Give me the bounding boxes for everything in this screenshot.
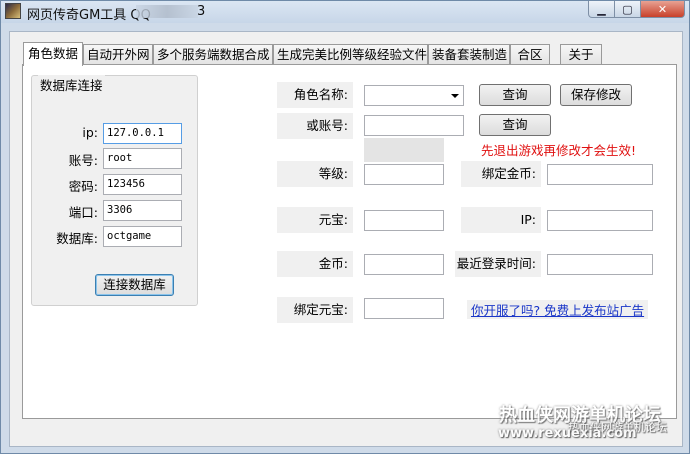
query-button-2[interactable]: 查询 — [479, 114, 551, 136]
tab-equipment-set[interactable]: 装备套装制造 — [428, 44, 510, 65]
role-name-select[interactable] — [364, 85, 464, 106]
yuanbao-label: 元宝: — [277, 207, 353, 233]
query-button[interactable]: 查询 — [479, 84, 551, 106]
db-account-field[interactable]: root — [103, 148, 182, 169]
db-database-field[interactable]: octgame — [103, 226, 182, 247]
title-bar[interactable]: 网页传奇GM工具 QQ 3 ▁ ▢ ✕ — [1, 1, 689, 23]
db-password-label: 密码: — [68, 179, 98, 194]
bound-gold-label: 绑定金币: — [461, 161, 541, 187]
close-button[interactable]: ✕ — [640, 1, 685, 18]
role-data-page: 数据库连接 ip: 127.0.0.1 账号: root 密码: 123456 … — [22, 64, 677, 419]
db-account-label: 账号: — [68, 153, 98, 168]
level-label: 等级: — [277, 161, 353, 187]
gold-label: 金币: — [277, 251, 353, 277]
bound-yuanbao-label: 绑定元宝: — [277, 297, 353, 323]
minimize-button[interactable]: ▁ — [588, 1, 615, 18]
app-window: 网页传奇GM工具 QQ 3 ▁ ▢ ✕ 角色数据 自动开外网 多个服务端数据合成… — [0, 0, 690, 454]
tab-role-data[interactable]: 角色数据 — [23, 42, 83, 66]
tab-level-exp-file[interactable]: 生成完美比例等级经验文件 — [273, 44, 428, 65]
db-group-title: 数据库连接 — [38, 75, 105, 94]
db-ip-label: ip: — [82, 125, 98, 140]
bound-gold-field[interactable] — [547, 164, 653, 185]
tab-auto-external[interactable]: 自动开外网 — [83, 44, 153, 65]
level-field[interactable] — [364, 164, 444, 185]
last-login-label: 最近登录时间: — [455, 251, 541, 277]
last-login-field[interactable] — [547, 254, 653, 275]
role-account-field[interactable] — [364, 115, 464, 136]
db-database-label: 数据库: — [56, 231, 98, 246]
bound-yuanbao-field[interactable] — [364, 298, 444, 319]
tab-about[interactable]: 关于 — [560, 44, 602, 65]
db-password-field[interactable]: 123456 — [103, 174, 182, 195]
tab-merge-servers[interactable]: 多个服务端数据合成 — [153, 44, 273, 65]
save-changes-button[interactable]: 保存修改 — [560, 84, 632, 106]
role-ip-label: IP: — [461, 207, 541, 233]
maximize-icon: ▢ — [622, 2, 633, 16]
ad-link[interactable]: 你开服了吗? 免费上发布站广告 — [467, 300, 649, 319]
role-account-label: 或账号: — [277, 113, 353, 139]
tab-merge-zone[interactable]: 合区 — [510, 44, 550, 65]
close-icon: ✕ — [657, 2, 668, 16]
db-connection-group: 数据库连接 ip: 127.0.0.1 账号: root 密码: 123456 … — [31, 75, 198, 306]
chevron-down-icon — [451, 94, 459, 98]
connect-db-button[interactable]: 连接数据库 — [95, 274, 174, 296]
app-icon — [5, 3, 21, 19]
db-port-label: 端口: — [68, 205, 98, 220]
db-ip-field[interactable]: 127.0.0.1 — [103, 123, 182, 144]
maximize-button[interactable]: ▢ — [614, 1, 641, 18]
role-name-label: 角色名称: — [277, 82, 353, 108]
redacted-qq-number — [136, 5, 198, 18]
yuanbao-field[interactable] — [364, 210, 444, 231]
warning-text: 先退出游戏再修改才会生效! — [481, 143, 637, 158]
window-title: 网页传奇GM工具 QQ — [27, 8, 151, 23]
db-port-field[interactable]: 3306 — [103, 200, 182, 221]
placeholder-panel — [364, 138, 444, 162]
gold-field[interactable] — [364, 254, 444, 275]
minimize-icon: ▁ — [597, 2, 606, 16]
client-area: 角色数据 自动开外网 多个服务端数据合成 生成完美比例等级经验文件 装备套装制造… — [9, 31, 683, 447]
role-ip-field[interactable] — [547, 210, 653, 231]
window-title-suffix: 3 — [197, 4, 206, 19]
watermark-url: www.rexuexia.com — [498, 426, 637, 441]
